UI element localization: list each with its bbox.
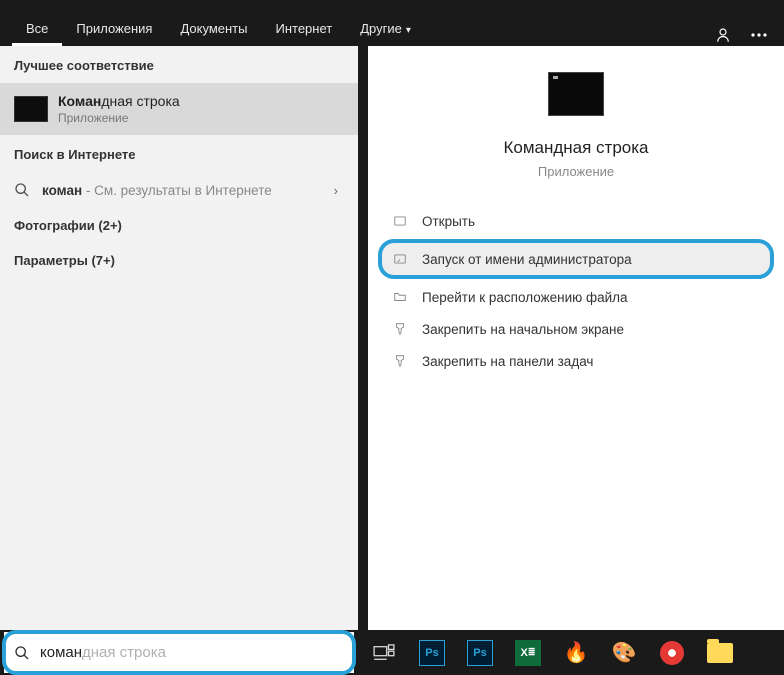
preview-title: Командная строка (503, 138, 648, 158)
search-tabs: Все Приложения Документы Интернет Другие… (0, 0, 784, 46)
chevron-right-icon: › (334, 183, 344, 198)
action-pin-taskbar[interactable]: Закрепить на панели задач (368, 345, 784, 377)
palette-icon: 🎨 (612, 640, 637, 665)
more-options-icon[interactable] (748, 24, 770, 46)
category-photos[interactable]: Фотографии (2+) (0, 208, 358, 243)
opera-icon (660, 641, 684, 665)
action-pin-start[interactable]: Закрепить на начальном экране (368, 313, 784, 345)
internet-search-item[interactable]: коман - См. результаты в Интернете › (0, 172, 358, 208)
folder-icon (707, 643, 733, 663)
search-typed-text: коман (40, 644, 82, 661)
open-icon (392, 213, 408, 229)
folder-icon (392, 289, 408, 305)
taskbar-app-explorer[interactable] (696, 630, 744, 675)
search-box-wrap: командная строка (4, 632, 354, 673)
search-icon (14, 645, 30, 661)
tab-all[interactable]: Все (12, 11, 62, 46)
best-match-header: Лучшее соответствие (0, 46, 358, 83)
admin-icon (392, 251, 408, 267)
preview-panel: Командная строка Приложение Открыть Запу… (368, 46, 784, 630)
result-subtitle: Приложение (58, 111, 180, 125)
result-title: Командная строка (58, 93, 180, 109)
tab-documents[interactable]: Документы (166, 11, 261, 46)
pin-taskbar-icon (392, 353, 408, 369)
action-open-location[interactable]: Перейти к расположению файла (368, 281, 784, 313)
flame-icon: 🔥 (564, 640, 589, 665)
action-run-as-admin[interactable]: Запуск от имени администратора (378, 239, 774, 279)
search-autocomplete-ghost: дная строка (82, 644, 166, 661)
action-open[interactable]: Открыть (368, 205, 784, 237)
pin-start-icon (392, 321, 408, 337)
taskbar-app-photoshop-1[interactable]: Ps (408, 630, 456, 675)
preview-app-icon (548, 72, 604, 116)
result-cmd[interactable]: Командная строка Приложение (0, 83, 358, 135)
search-input[interactable]: командная строка (4, 632, 354, 673)
preview-subtitle: Приложение (538, 164, 614, 179)
results-panel: Лучшее соответствие Командная строка При… (0, 46, 358, 630)
category-params[interactable]: Параметры (7+) (0, 243, 358, 278)
taskbar-app-paint[interactable]: 🎨 (600, 630, 648, 675)
tab-other[interactable]: Другие▾ (346, 11, 425, 46)
tab-apps[interactable]: Приложения (62, 11, 166, 46)
tab-internet[interactable]: Интернет (261, 11, 346, 46)
cmd-icon (14, 96, 48, 122)
taskbar-app-flame[interactable]: 🔥 (552, 630, 600, 675)
taskbar-app-photoshop-2[interactable]: Ps (456, 630, 504, 675)
internet-search-header: Поиск в Интернете (0, 135, 358, 172)
search-icon (14, 182, 32, 198)
taskbar: командная строка Ps Ps X≣ 🔥 🎨 (0, 630, 784, 675)
chevron-down-icon: ▾ (406, 25, 411, 36)
taskbar-app-excel[interactable]: X≣ (504, 630, 552, 675)
taskbar-app-opera[interactable] (648, 630, 696, 675)
feedback-icon[interactable] (712, 24, 734, 46)
task-view-button[interactable] (360, 630, 408, 675)
